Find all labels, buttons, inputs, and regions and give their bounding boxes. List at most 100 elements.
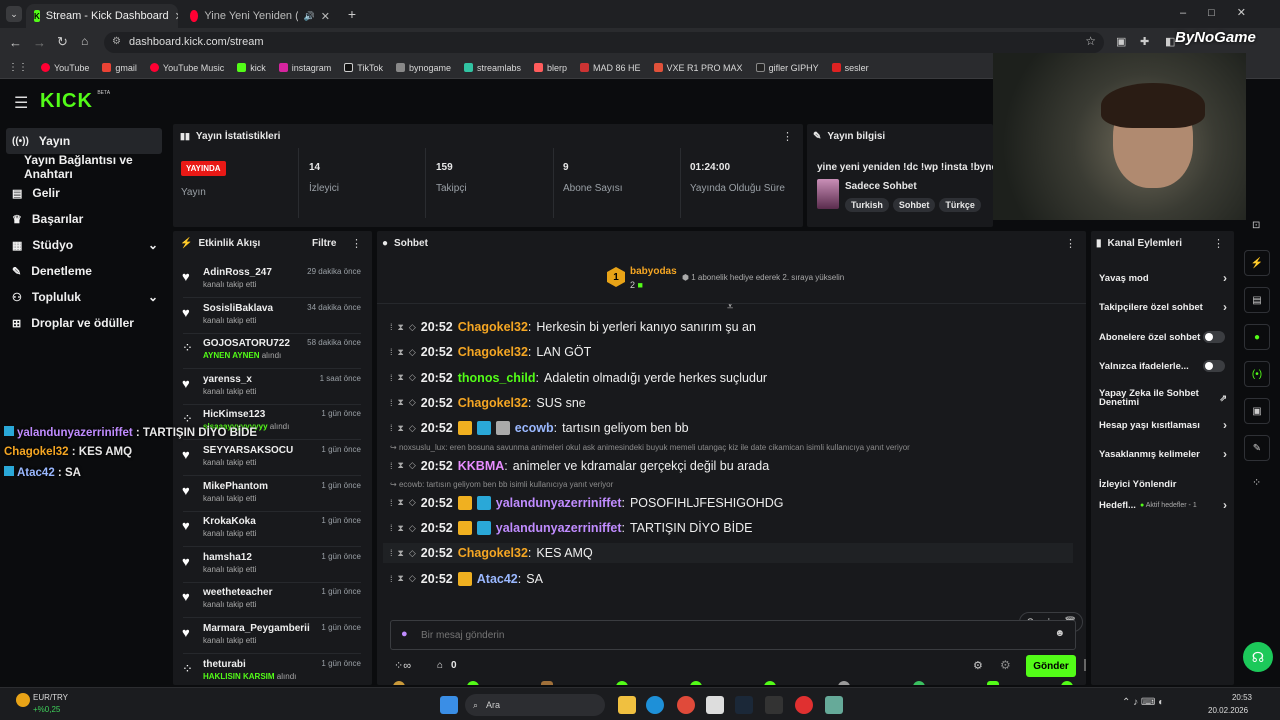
chat-message[interactable]: ⁞ ⧗ ◇ 20:52 Chagokel32: Herkesin bi yerleri k… xyxy=(390,317,756,337)
sidebar-item-topluluk[interactable]: ⚇ Topluluk ⌄ xyxy=(0,284,168,310)
activity-item[interactable]: ♥ Marmara_Peygamberii kanalı takip etti 1 g… xyxy=(173,623,369,657)
bookmark-giphy[interactable]: gifler GIPHY xyxy=(755,63,819,73)
emote-icon[interactable] xyxy=(1060,681,1073,685)
shield-icon[interactable]: ◇ xyxy=(409,548,416,559)
bookmark-mad86[interactable]: MAD 86 HE xyxy=(580,63,641,73)
bookmark-star-icon[interactable]: ☆ xyxy=(1085,34,1096,48)
shield-icon[interactable]: ◇ xyxy=(409,497,416,508)
chat-message[interactable]: ⁞ ⧗ ◇ 20:52 KKBMA: animeler ve kdramalar gerç… xyxy=(390,456,769,476)
more-icon[interactable]: ⋮ xyxy=(351,237,362,250)
toggle-switch[interactable] xyxy=(1203,360,1225,372)
url-bar[interactable]: ⚙ dashboard.kick.com/stream ☆ xyxy=(104,32,1104,53)
activity-item[interactable]: ♥ hamsha12 kanalı takip etti 1 gün önce xyxy=(173,552,369,586)
emote-icon[interactable] xyxy=(467,681,480,685)
grip-icon[interactable]: ⁞ xyxy=(390,498,393,508)
chat-input[interactable] xyxy=(421,626,1041,644)
emote-icon[interactable] xyxy=(615,681,628,685)
bookmark-bynogame[interactable]: bynogame xyxy=(395,63,451,73)
shield-icon[interactable]: ◇ xyxy=(409,523,416,534)
activity-item[interactable]: ⁘ theturabi HAKLISIN KARSIM alındı 1 gün ön… xyxy=(173,659,369,685)
chat-message[interactable]: ⁞ ⧗ ◇ 20:52 Chagokel32: LAN GÖT xyxy=(390,342,591,362)
sidebar-icon[interactable]: ◧ xyxy=(1165,35,1175,48)
message-username[interactable]: Chagokel32 xyxy=(458,546,528,560)
support-chat-button[interactable]: ☊ xyxy=(1243,642,1273,672)
message-username[interactable]: Chagokel32 xyxy=(458,320,528,334)
collapse-icon[interactable]: ⩡ xyxy=(727,301,733,314)
shield-icon[interactable]: ◇ xyxy=(409,372,416,383)
tab-youtube[interactable]: Yine Yeni Yeniden (Yeniden 🔊 ✕ xyxy=(182,4,338,28)
send-button[interactable]: Gönder xyxy=(1026,655,1076,677)
site-info-icon[interactable]: ⚙ xyxy=(112,36,121,47)
emote-icon[interactable] xyxy=(838,681,851,685)
activity-item[interactable]: ⁘ GOJOSATORU722 AYNEN AYNEN alındı 58 dakik… xyxy=(173,338,369,372)
emote-icon[interactable] xyxy=(541,681,554,685)
message-username[interactable]: KKBMA xyxy=(458,459,505,473)
clipboard-icon[interactable]: ▤ xyxy=(1244,287,1270,313)
tab-kick-dashboard[interactable]: K Stream - Kick Dashboard ✕ xyxy=(26,4,178,28)
robot-icon[interactable]: ⚙ xyxy=(1000,658,1011,672)
sidebar-item-gelir[interactable]: ▤ Gelir xyxy=(0,180,168,206)
puzzle-icon[interactable]: ✚ xyxy=(1140,35,1149,48)
sidebar-item-denetleme[interactable]: ✎ Denetleme xyxy=(0,258,168,284)
sidebar-item-droplar[interactable]: ⊞ Droplar ve ödüller xyxy=(0,310,168,336)
grip-icon[interactable]: ⁞ xyxy=(390,548,393,558)
shield-icon[interactable]: ◇ xyxy=(409,397,416,408)
grip-icon[interactable]: ⁞ xyxy=(390,347,393,357)
sidebar-item-yayin[interactable]: ((•)) Yayın xyxy=(6,128,162,154)
windows-start-icon[interactable] xyxy=(440,696,458,714)
message-username[interactable]: ecowb xyxy=(515,421,554,435)
message-username[interactable]: yalandunyazerriniffet xyxy=(496,496,622,510)
channel-action-item[interactable]: Yapay Zeka ile Sohbet Denetimi ⇗ xyxy=(1099,386,1227,410)
shield-icon[interactable]: ◇ xyxy=(409,460,416,471)
notepad-icon[interactable] xyxy=(706,696,724,714)
sidebar-item-studyo[interactable]: ▦ Stüdyo ⌄ xyxy=(0,232,168,258)
tag[interactable]: Türkçe xyxy=(939,198,981,212)
window-controls[interactable]: –□✕ xyxy=(1180,6,1268,19)
bookmark-tiktok[interactable]: TikTok xyxy=(344,63,383,73)
wrench-icon[interactable]: ✎ xyxy=(1244,435,1270,461)
leader-username[interactable]: babyodas xyxy=(630,266,677,277)
forward-icon[interactable]: → xyxy=(33,35,46,50)
emote-icon[interactable] xyxy=(689,681,702,685)
channel-action-item[interactable]: Abonelere özel sohbet xyxy=(1099,327,1227,347)
close-icon[interactable]: ✕ xyxy=(321,10,330,23)
tag[interactable]: Turkish xyxy=(845,198,889,212)
grip-icon[interactable]: ⁞ xyxy=(390,423,393,433)
category-name[interactable]: Sadece Sohbet xyxy=(845,181,917,192)
fullscreen-icon[interactable]: ⊡ xyxy=(1252,220,1260,231)
chat-message[interactable]: ⁞ ⧗ ◇ 20:52 ecowb: tartısın geliyom ben bb xyxy=(390,418,689,438)
extension-icon[interactable]: ▣ xyxy=(1116,35,1126,48)
sidebar-item-basarilar[interactable]: ♛ Başarılar xyxy=(0,206,168,232)
edge-icon[interactable] xyxy=(646,696,664,714)
toggle-switch[interactable] xyxy=(1203,331,1225,343)
kick-logo[interactable]: KICK BETA xyxy=(40,90,110,113)
close-icon[interactable]: ✕ xyxy=(175,10,178,23)
message-username[interactable]: Atac42 xyxy=(477,572,518,586)
hourglass-icon[interactable]: ⧗ xyxy=(398,497,404,508)
activity-item[interactable]: ♥ KrokaKoka kanalı takip etti 1 gün önce xyxy=(173,516,369,550)
ticker-name[interactable]: EUR/TRY xyxy=(33,693,68,702)
chat-message[interactable]: ⁞ ⧗ ◇ 20:52 yalandunyazerriniffet: POSOFIHLJF… xyxy=(390,493,783,513)
bookmark-instagram[interactable]: instagram xyxy=(278,63,331,73)
settings-icon[interactable]: ⚙ xyxy=(973,659,983,672)
steam-icon[interactable] xyxy=(735,696,753,714)
taskbar-search[interactable]: ⌕ Ara xyxy=(465,694,605,716)
hourglass-icon[interactable]: ⧗ xyxy=(398,322,404,333)
channel-action-item[interactable]: Takipçilere özel sohbet › xyxy=(1099,297,1227,317)
chat-message[interactable]: ⁞ ⧗ ◇ 20:52 Chagokel32: SUS sne xyxy=(390,393,586,413)
epic-games-icon[interactable] xyxy=(765,696,783,714)
channel-action-item[interactable]: Yalnızca ifadelerle... xyxy=(1099,356,1227,376)
bookmark-sesler[interactable]: sesler xyxy=(831,63,869,73)
video-icon[interactable]: ▣ xyxy=(1244,398,1270,424)
more-icon[interactable]: ⋮ xyxy=(782,130,793,143)
bookmark-youtube[interactable]: YouTube xyxy=(41,63,89,73)
tag[interactable]: Sohbet xyxy=(892,198,936,212)
emote-icon[interactable] xyxy=(393,681,405,685)
shield-icon[interactable]: ◇ xyxy=(409,423,416,434)
hourglass-icon[interactable]: ⧗ xyxy=(398,460,404,471)
hourglass-icon[interactable]: ⧗ xyxy=(398,423,404,434)
points-icon[interactable]: ⁘ xyxy=(1252,476,1261,489)
shield-icon[interactable]: ◇ xyxy=(409,347,416,358)
obs-icon[interactable] xyxy=(795,696,813,714)
chat-message[interactable]: ⁞ ⧗ ◇ 20:52 yalandunyazerriniffet: TARTIŞIN D… xyxy=(390,518,752,538)
